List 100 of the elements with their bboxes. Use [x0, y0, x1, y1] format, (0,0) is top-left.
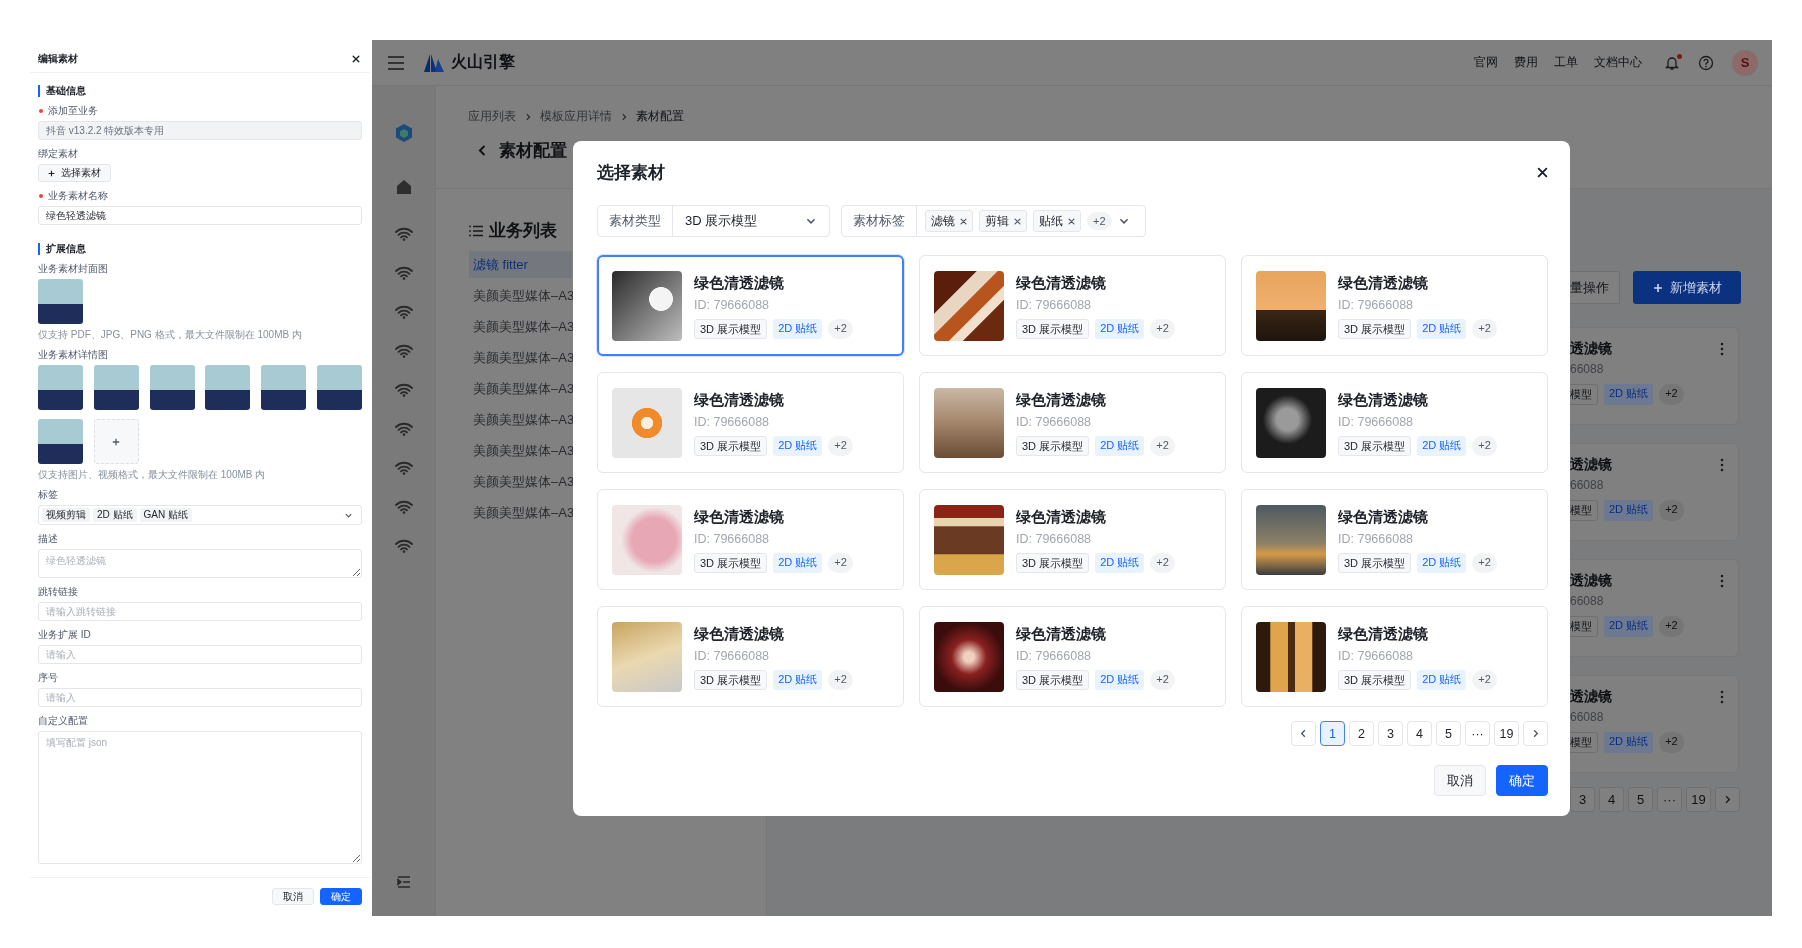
hexagon-logo-icon[interactable] — [393, 123, 414, 143]
photo-placeholder — [612, 504, 682, 575]
more-icon[interactable] — [1720, 574, 1724, 588]
wifi-icon[interactable] — [394, 460, 413, 475]
cancel-button[interactable]: 取消 — [1434, 765, 1486, 796]
material-card[interactable]: 绿色清透滤镜 ID: 79666088 3D 展示模型 2D 贴纸 +2 — [1241, 372, 1548, 473]
material-card[interactable]: 绿色清透滤镜 ID: 79666088 3D 展示模型 2D 贴纸 +2 — [597, 606, 904, 707]
material-card[interactable]: 透滤镜 66088 模型 2D 贴纸 +2 — [1570, 675, 1739, 773]
list-item[interactable]: 美颜美型媒体–A3 — [469, 499, 572, 526]
material-card[interactable]: 绿色清透滤镜 ID: 79666088 3D 展示模型 2D 贴纸 +2 — [919, 606, 1226, 707]
wifi-icon[interactable] — [394, 421, 413, 436]
input-field[interactable]: 绿色轻透滤镜 — [38, 206, 362, 225]
list-item[interactable]: 美颜美型媒体–A3 — [469, 406, 572, 433]
more-icon[interactable] — [1720, 690, 1724, 704]
nav-link[interactable]: 文档中心 — [1594, 54, 1642, 71]
tag: +2 — [1659, 732, 1684, 753]
input-field[interactable]: 请输入 — [38, 645, 362, 664]
material-card[interactable]: 绿色清透滤镜 ID: 79666088 3D 展示模型 2D 贴纸 +2 — [1241, 489, 1548, 590]
more-icon[interactable] — [1720, 342, 1724, 356]
material-card[interactable]: 绿色清透滤镜 ID: 79666088 3D 展示模型 2D 贴纸 +2 — [597, 489, 904, 590]
wifi-icon[interactable] — [394, 265, 413, 280]
material-card[interactable]: 绿色清透滤镜 ID: 79666088 3D 展示模型 2D 贴纸 +2 — [919, 255, 1226, 356]
list-item[interactable]: 滤镜 fitter — [469, 251, 572, 278]
page-button[interactable]: 2 — [1349, 721, 1374, 746]
wifi-icon[interactable] — [394, 499, 413, 514]
help-icon[interactable] — [1698, 54, 1714, 71]
material-card[interactable]: 绿色清透滤镜 ID: 79666088 3D 展示模型 2D 贴纸 +2 — [1241, 255, 1548, 356]
wifi-icon[interactable] — [394, 538, 413, 553]
select-material-button[interactable]: 选择素材 — [38, 164, 111, 182]
list-item[interactable]: 美颜美型媒体–A3 — [469, 437, 572, 464]
close-icon[interactable] — [1537, 166, 1548, 178]
cancel-button[interactable]: 取消 — [272, 888, 314, 905]
material-card[interactable]: 透滤镜 66088 模型 2D 贴纸 +2 — [1570, 559, 1739, 657]
nav-link[interactable]: 工单 — [1554, 54, 1578, 71]
tag-select[interactable]: 视频剪辑 2D 贴纸 GAN 贴纸 — [38, 505, 362, 525]
home-icon[interactable] — [395, 179, 412, 195]
image-placeholder — [149, 365, 195, 410]
filter-label: 素材类型 — [598, 206, 673, 236]
page-button[interactable]: 4 — [1599, 787, 1624, 812]
tag-select[interactable]: 素材标签 滤镜 剪辑 贴纸 +2 — [841, 205, 1146, 237]
user-avatar[interactable]: S — [1732, 49, 1758, 76]
page-button[interactable]: 19 — [1686, 787, 1711, 812]
tag: 2D 贴纸 — [1095, 552, 1145, 573]
tag: +2 — [1472, 552, 1497, 573]
bell-icon[interactable] — [1664, 54, 1680, 71]
batch-button[interactable]: 量操作 — [1570, 271, 1620, 304]
confirm-button[interactable]: 确定 — [320, 888, 362, 905]
card-title: 绿色清透滤镜 — [694, 273, 785, 293]
add-material-button[interactable]: 新增素材 — [1633, 271, 1741, 304]
close-icon[interactable] — [1014, 217, 1021, 225]
textarea-field[interactable]: 绿色轻透滤镜 — [38, 549, 362, 578]
page-button[interactable]: 3 — [1570, 787, 1595, 812]
list-item[interactable]: 美颜美型媒体–A3 — [469, 468, 572, 495]
material-card[interactable]: 透滤镜 66088 模型 2D 贴纸 +2 — [1570, 443, 1739, 541]
wifi-icon[interactable] — [394, 382, 413, 397]
breadcrumb-item[interactable]: 应用列表 — [468, 108, 516, 125]
tag: 2D 贴纸 — [773, 435, 823, 456]
close-icon[interactable] — [960, 217, 967, 225]
tag: +2 — [1150, 435, 1175, 456]
list-item[interactable]: 美颜美型媒体–A3 — [469, 344, 572, 371]
indent-icon[interactable] — [396, 876, 411, 888]
nav-link[interactable]: 费用 — [1514, 54, 1538, 71]
page-button[interactable]: ··· — [1657, 787, 1682, 812]
field-label: 序号 — [38, 671, 58, 685]
page-button[interactable]: ··· — [1465, 721, 1490, 746]
tag: +2 — [828, 552, 853, 573]
page-button[interactable]: 3 — [1378, 721, 1403, 746]
page-button[interactable]: 1 — [1320, 721, 1345, 746]
page-button[interactable]: 5 — [1436, 721, 1461, 746]
close-icon[interactable] — [352, 54, 360, 63]
tag: +2 — [1472, 435, 1497, 456]
image-placeholder — [93, 365, 139, 410]
photo-placeholder — [934, 387, 1004, 458]
menu-icon[interactable] — [387, 54, 405, 71]
confirm-button[interactable]: 确定 — [1496, 765, 1548, 796]
material-card[interactable]: 绿色清透滤镜 ID: 79666088 3D 展示模型 2D 贴纸 +2 — [1241, 606, 1548, 707]
textarea-field[interactable]: 填写配置 json — [38, 731, 362, 864]
close-icon[interactable] — [1068, 217, 1075, 225]
page-button[interactable]: 19 — [1494, 721, 1519, 746]
card-id: ID: 79666088 — [694, 296, 771, 314]
wifi-icon[interactable] — [394, 343, 413, 358]
card-id: ID: 79666088 — [1338, 296, 1415, 314]
wifi-icon[interactable] — [394, 226, 413, 241]
wifi-icon[interactable] — [394, 304, 413, 319]
list-item[interactable]: 美颜美型媒体–A3 — [469, 282, 572, 309]
material-card[interactable]: 绿色清透滤镜 ID: 79666088 3D 展示模型 2D 贴纸 +2 — [919, 489, 1226, 590]
more-icon[interactable] — [1720, 458, 1724, 472]
list-item[interactable]: 美颜美型媒体–A3 — [469, 313, 572, 340]
material-card[interactable]: 绿色清透滤镜 ID: 79666088 3D 展示模型 2D 贴纸 +2 — [597, 372, 904, 473]
input-field[interactable]: 请输入跳转链接 — [38, 602, 362, 621]
breadcrumb-item[interactable]: 模板应用详情 — [540, 108, 612, 125]
page-button[interactable]: 4 — [1407, 721, 1432, 746]
nav-link[interactable]: 官网 — [1474, 54, 1498, 71]
page-button[interactable]: 5 — [1628, 787, 1653, 812]
material-card[interactable]: 透滤镜 66088 模型 2D 贴纸 +2 — [1570, 327, 1739, 425]
type-select[interactable]: 素材类型 3D 展示模型 — [597, 205, 830, 237]
list-item[interactable]: 美颜美型媒体–A3 — [469, 375, 572, 402]
material-card[interactable]: 绿色清透滤镜 ID: 79666088 3D 展示模型 2D 贴纸 +2 — [597, 255, 904, 356]
input-field[interactable]: 请输入 — [38, 688, 362, 707]
material-card[interactable]: 绿色清透滤镜 ID: 79666088 3D 展示模型 2D 贴纸 +2 — [919, 372, 1226, 473]
